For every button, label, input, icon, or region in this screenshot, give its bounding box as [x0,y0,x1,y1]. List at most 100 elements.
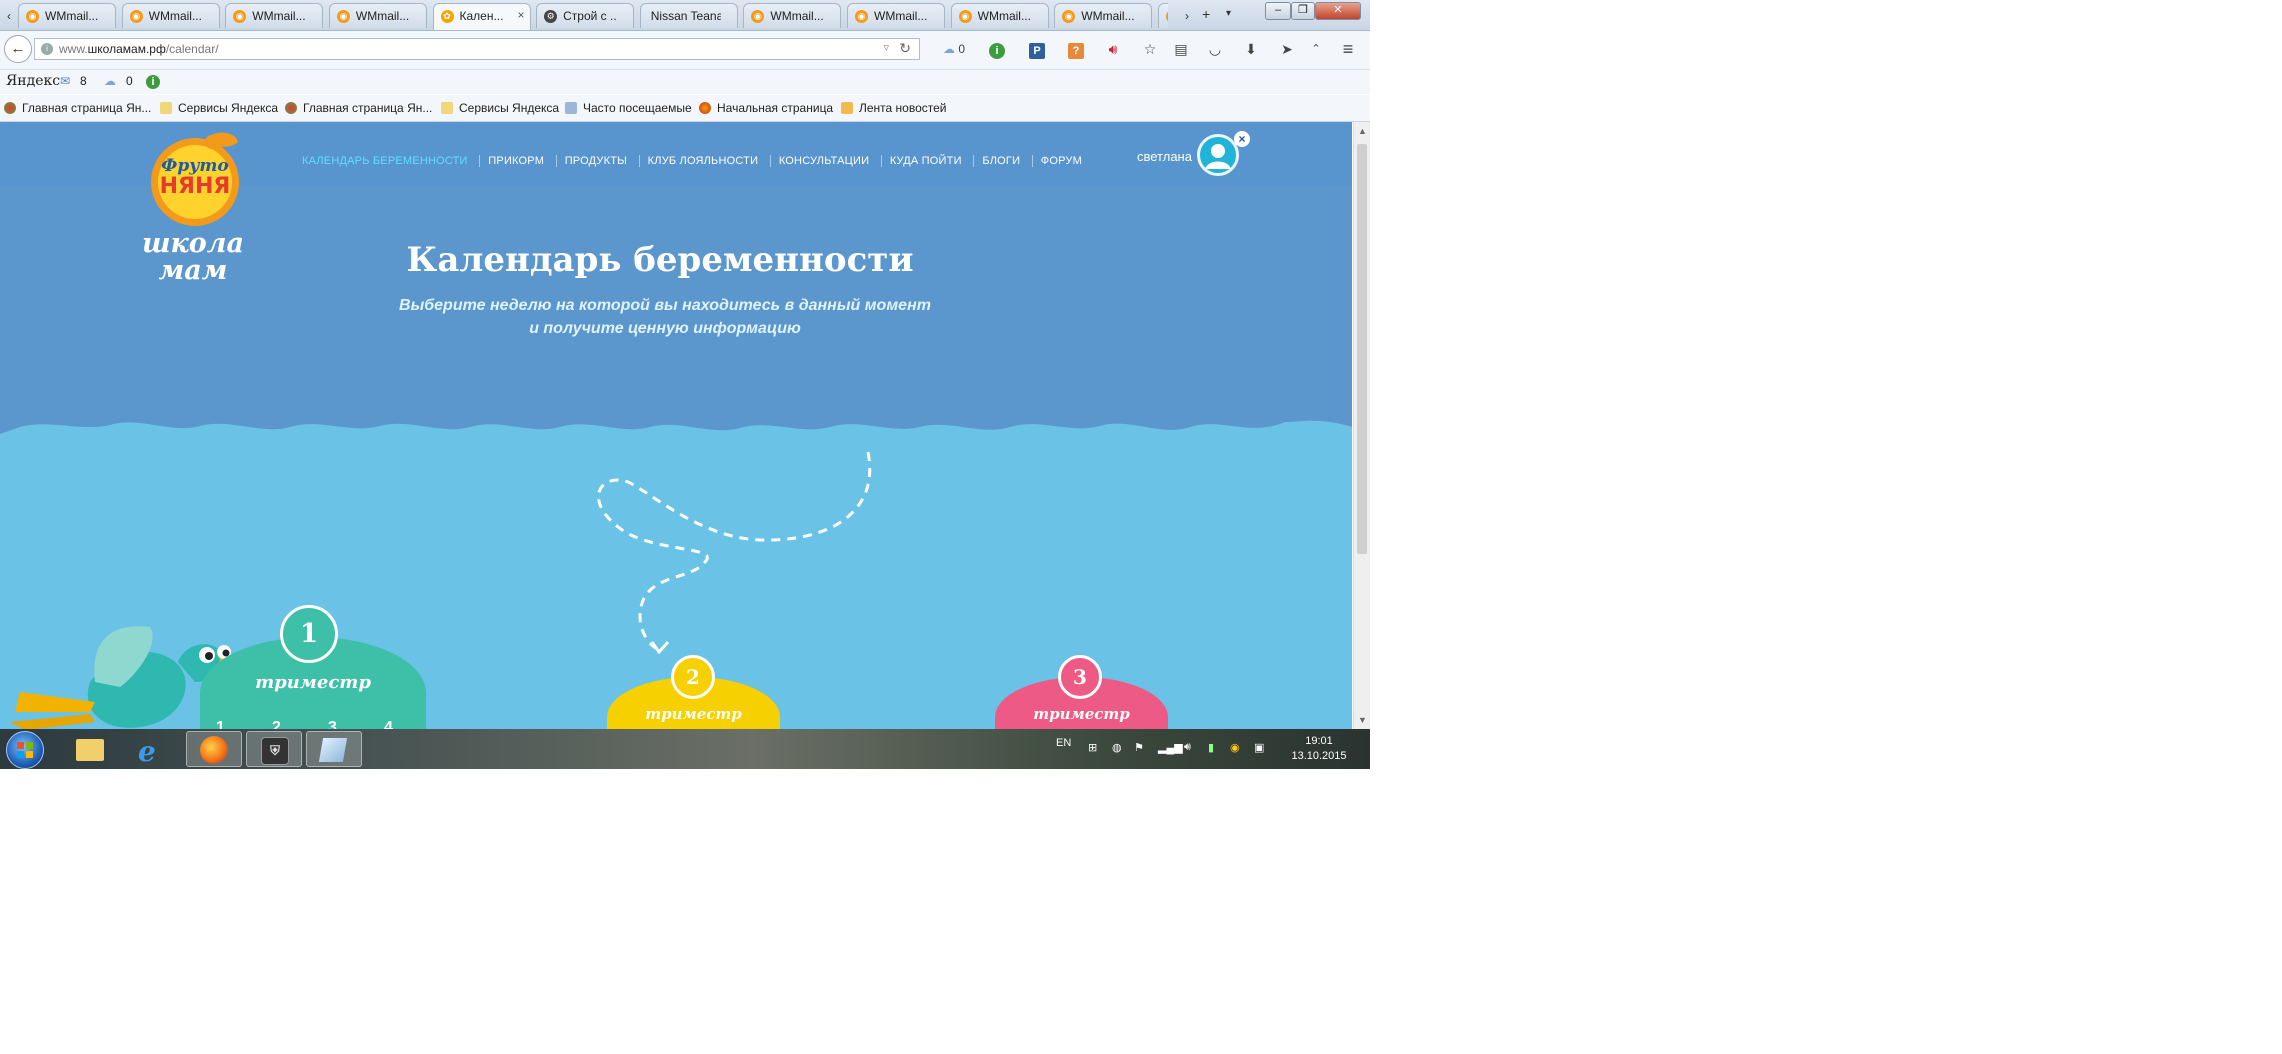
tab[interactable]: ◉ WMmail.... [1054,3,1153,28]
yandex-toolbar: Яндекс ✉ 8 ☁ 0 i [0,70,1370,94]
tab[interactable]: ◉ WMmail.... [950,3,1049,28]
tab[interactable]: ◉ WMmail.... [847,3,945,28]
trimester-1-badge[interactable]: 1 [280,605,338,663]
tab[interactable]: ◉ WMmail.... [328,3,427,28]
language-indicator[interactable]: EN [1056,737,1071,749]
nav-item-feeding[interactable]: ПРИКОРМ [479,155,552,167]
nav-item-forum[interactable]: ФОРУМ [1031,155,1090,167]
folder-icon [441,102,453,114]
nav-item-loyalty-club[interactable]: КЛУБ ЛОЯЛЬНОСТИ [638,155,767,167]
menu-icon[interactable]: ≡ [1339,39,1357,59]
tab-active[interactable]: ✿ Кален... × [432,3,531,30]
ie-taskbar-button[interactable]: e [124,731,180,768]
maximize-icon[interactable]: ❐ [1291,2,1315,20]
reload-icon[interactable]: ↻ [899,40,911,57]
scroll-up-icon[interactable]: ▲ [1358,126,1367,136]
bookmark-label: Сервисы Яндекса [459,101,560,115]
avatar[interactable] [1197,134,1239,176]
tab[interactable]: ◉ WMmail.... [121,3,220,28]
info-extension-icon[interactable]: i [988,39,1006,59]
bookmarks-bar: Главная страница Ян... Сервисы Яндекса Г… [0,95,1370,122]
device-tray-icon[interactable]: ▣ [1254,741,1264,754]
battery-icon[interactable]: ▮ [1208,741,1214,754]
bookmark-item[interactable]: Часто посещаемые [565,101,692,115]
bookmark-label: Начальная страница [717,101,834,115]
tab[interactable]: Nissan Teana ... [639,3,738,28]
scrollbar-thumb[interactable] [1357,144,1367,554]
scroll-down-icon[interactable]: ▼ [1358,715,1367,725]
nav-item-where-to-go[interactable]: КУДА ПОЙТИ [880,155,970,167]
page-scrollbar[interactable]: ▲ ▼ [1353,122,1370,729]
explorer-taskbar-button[interactable] [62,731,118,767]
speaker-icon[interactable]: 🔊︎ [1104,39,1122,59]
bookmark-item[interactable]: Сервисы Яндекса [441,101,559,115]
new-tab-button[interactable]: + [1202,5,1210,23]
bookmark-item[interactable]: Главная страница Ян... [4,101,151,115]
wmmail-icon: ◉ [336,10,350,23]
notes-taskbar-button[interactable] [306,731,362,767]
windows-flag-tray-icon[interactable]: ⊞ [1088,741,1097,754]
tab[interactable]: ◉ WMmail.... [743,3,842,28]
weather-widget[interactable]: ☁ 0 [936,39,972,59]
mail-icon[interactable]: ✉ [60,74,70,88]
internet-explorer-icon: e [138,735,156,768]
network-globe-tray-icon[interactable]: ◍ [1112,741,1122,754]
site-identity-icon[interactable]: i [41,43,53,55]
game-taskbar-button[interactable]: ⛨ [246,731,302,767]
back-arrow-icon: ← [10,40,26,57]
week-3[interactable]: 3 [328,719,337,729]
firefox-taskbar-button[interactable] [186,731,242,767]
nav-item-blogs[interactable]: БЛОГИ [973,155,1028,167]
user-name[interactable]: светлана [1137,149,1192,164]
cloud-icon[interactable]: ☁ [104,74,116,88]
bookmark-item[interactable]: Главная страница Ян... [285,101,432,115]
signal-bars-icon[interactable]: ▂▄▆ [1158,741,1183,754]
clock[interactable]: 19:01 13.10.2015 [1284,734,1354,764]
bookmark-star-icon[interactable]: ☆ [1141,39,1159,59]
tab-scroll-right-icon[interactable]: › [1180,4,1194,28]
tab[interactable]: ◉ W [1157,3,1168,28]
pocket-icon[interactable]: ◡ [1206,39,1224,59]
p-extension-icon[interactable]: P [1028,39,1046,59]
tab[interactable]: ◉ WMmail.... [18,3,116,28]
action-center-flag-icon[interactable]: ⚑ [1134,741,1144,754]
yandex-logo[interactable]: Яндекс [6,73,60,89]
tab-close-icon[interactable]: × [517,8,524,22]
back-button[interactable]: ← [4,35,32,63]
logout-close-icon[interactable]: × [1234,131,1250,147]
firefox-icon [699,102,711,114]
nav-item-calendar[interactable]: КАЛЕНДАРЬ БЕРЕМЕННОСТИ [302,155,476,167]
bookmark-item[interactable]: Сервисы Яндекса [160,101,278,115]
notes-icon [318,738,348,762]
wmmail-icon: ◉ [26,10,39,23]
bookmarks-list-icon[interactable]: ▤ [1172,39,1190,59]
close-window-icon[interactable]: ✕ [1315,2,1361,20]
tab[interactable]: ⚙ Строй с ... [536,3,635,28]
bookmark-item[interactable]: Лента новостей [841,101,947,115]
address-bar[interactable]: i www.школамам.рф/calendar/ ▿ ↻ [34,38,920,60]
history-dropdown-icon[interactable]: ▿ [883,41,889,54]
week-4[interactable]: 4 [384,719,393,729]
trimester-3-badge[interactable]: 3 [1058,655,1102,699]
bookmark-label: Часто посещаемые [583,101,692,115]
send-icon[interactable]: ➤ [1278,39,1296,59]
week-2[interactable]: 2 [272,719,281,729]
download-icon[interactable]: ⬇ [1242,39,1260,59]
volume-icon[interactable]: 🔊︎ [1184,741,1191,754]
question-extension-icon[interactable]: ? [1067,39,1085,59]
chevron-up-icon[interactable]: ⌃ [1307,39,1325,59]
nav-item-products[interactable]: ПРОДУКТЫ [555,155,635,167]
tab[interactable]: ◉ WMmail.... [225,3,324,28]
nav-item-consultations[interactable]: КОНСУЛЬТАЦИИ [769,155,877,167]
info-extension-icon[interactable]: i [146,74,160,89]
tab-scroll-left-icon[interactable]: ‹ [2,4,16,28]
trimester-2-badge[interactable]: 2 [671,655,715,699]
update-tray-icon[interactable]: ◉ [1230,741,1240,754]
wmmail-icon: ◉ [751,10,765,23]
tab-list-chevron-down-icon[interactable]: ▾ [1226,5,1231,23]
bookmark-item[interactable]: Начальная страница [699,101,833,115]
start-button[interactable] [6,731,44,769]
minimize-icon[interactable]: – [1265,2,1291,20]
tab-title: WMmail.... [45,9,99,23]
week-1[interactable]: 1 [216,719,225,729]
